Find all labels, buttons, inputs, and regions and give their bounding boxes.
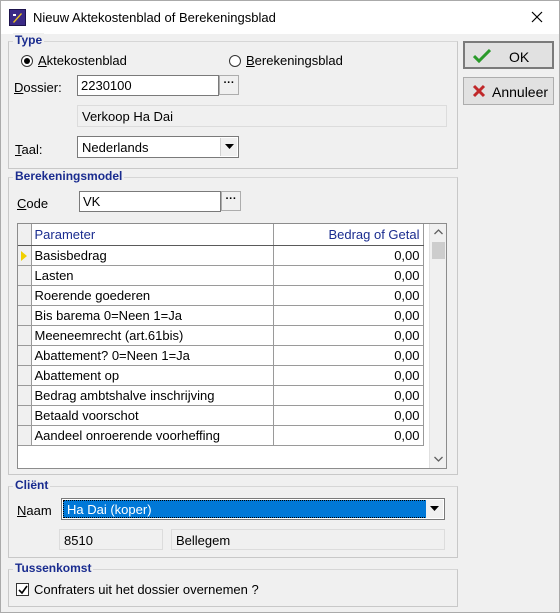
- row-indicator: [18, 405, 32, 426]
- row-value[interactable]: 0,00: [273, 425, 424, 446]
- dossier-label: Dossier:: [14, 80, 62, 95]
- dossier-name-field: Verkoop Ha Dai: [77, 105, 447, 127]
- row-indicator: [18, 365, 32, 386]
- table-row[interactable]: Abattement op 0,00: [18, 365, 424, 386]
- current-row-icon: [21, 250, 27, 261]
- table-row[interactable]: Lasten 0,00: [18, 265, 424, 286]
- row-indicator: [18, 385, 32, 406]
- row-indicator: [18, 265, 32, 286]
- radio-berekeningsblad-label: Berekeningsblad: [246, 53, 343, 68]
- checkmark-icon: [18, 585, 28, 595]
- row-indicator: [18, 345, 32, 366]
- dialog-window: Nieuw Aktekostenblad of Berekeningsblad …: [0, 0, 560, 613]
- table-row[interactable]: Abattement? 0=Neen 1=Ja 0,00: [18, 345, 424, 366]
- row-parameter: Abattement? 0=Neen 1=Ja: [31, 345, 274, 366]
- gemeente-field: Bellegem: [171, 529, 445, 550]
- confraters-checkbox-label[interactable]: Confraters uit het dossier overnemen ?: [34, 582, 259, 597]
- radio-berekeningsblad[interactable]: Berekeningsblad: [229, 53, 343, 68]
- table-row[interactable]: Betaald voorschot 0,00: [18, 405, 424, 426]
- close-button[interactable]: [521, 5, 553, 30]
- radio-dot: [229, 54, 241, 67]
- cancel-button-label: Annuleer: [492, 84, 549, 100]
- scrollbar-thumb[interactable]: [432, 242, 445, 259]
- radio-aktekostenblad[interactable]: Aktekostenblad: [21, 53, 127, 68]
- grid-scrollbar[interactable]: [429, 224, 446, 468]
- row-parameter: Bis barema 0=Neen 1=Ja: [31, 305, 274, 326]
- dossier-input[interactable]: 2230100: [77, 75, 219, 96]
- taal-select[interactable]: Nederlands: [77, 136, 239, 158]
- scroll-down-icon[interactable]: [434, 456, 443, 462]
- cancel-button[interactable]: Annuleer: [463, 77, 554, 105]
- row-parameter: Lasten: [31, 265, 274, 286]
- naam-dropdown-button[interactable]: [426, 500, 443, 518]
- row-parameter: Betaald voorschot: [31, 405, 274, 426]
- row-value[interactable]: 0,00: [273, 365, 424, 386]
- naam-select[interactable]: Ha Dai (koper): [61, 498, 445, 520]
- table-row[interactable]: Aandeel onroerende voorheffing 0,00: [18, 425, 424, 446]
- ok-button-label: OK: [509, 49, 530, 65]
- radio-dot-selected: [21, 54, 33, 67]
- parameter-grid[interactable]: Parameter Bedrag of Getal Basisbedrag 0,0…: [17, 223, 447, 469]
- ok-button[interactable]: OK: [463, 41, 554, 69]
- postcode-field: 8510: [59, 529, 163, 550]
- close-icon: [531, 11, 543, 23]
- type-group-title: Type: [13, 33, 45, 47]
- row-value[interactable]: 0,00: [273, 265, 424, 286]
- table-row[interactable]: Bedrag ambtshalve inschrijving 0,00: [18, 385, 424, 406]
- row-indicator: [18, 325, 32, 346]
- row-indicator: [18, 285, 32, 306]
- tussenkomst-group-title: Tussenkomst: [13, 561, 94, 575]
- client-group-title: Cliënt: [13, 478, 51, 492]
- row-value[interactable]: 0,00: [273, 385, 424, 406]
- row-value[interactable]: 0,00: [273, 405, 424, 426]
- grid-header-value[interactable]: Bedrag of Getal: [273, 224, 424, 246]
- confraters-checkbox[interactable]: [16, 583, 29, 596]
- chevron-down-icon: [430, 506, 439, 511]
- cancel-x-icon: [472, 84, 486, 98]
- taal-label: Taal:: [15, 142, 43, 157]
- radio-aktekostenblad-label: Aktekostenblad: [38, 53, 127, 68]
- table-row[interactable]: Roerende goederen 0,00: [18, 285, 424, 306]
- code-input[interactable]: VK: [79, 191, 221, 212]
- chevron-down-icon: [220, 138, 237, 156]
- title-bar: Nieuw Aktekostenblad of Berekeningsblad: [1, 1, 559, 34]
- naam-label: Naam: [17, 503, 52, 518]
- row-parameter: Meeneemrecht (art.61bis): [31, 325, 274, 346]
- taal-select-value: Nederlands: [82, 140, 149, 155]
- row-value[interactable]: 0,00: [273, 245, 424, 266]
- row-parameter: Basisbedrag: [31, 245, 274, 266]
- check-icon: [473, 49, 491, 63]
- row-parameter: Bedrag ambtshalve inschrijving: [31, 385, 274, 406]
- row-indicator: [18, 305, 32, 326]
- row-value[interactable]: 0,00: [273, 325, 424, 346]
- grid-header-parameter[interactable]: Parameter: [31, 224, 274, 246]
- dossier-lookup-button[interactable]: ···: [219, 75, 239, 95]
- table-row[interactable]: Basisbedrag 0,00: [18, 245, 424, 266]
- code-lookup-button[interactable]: ···: [221, 191, 241, 211]
- row-value[interactable]: 0,00: [273, 345, 424, 366]
- row-parameter: Aandeel onroerende voorheffing: [31, 425, 274, 446]
- grid-header-indicator: [18, 224, 32, 246]
- grid-header-row: Parameter Bedrag of Getal: [18, 224, 424, 246]
- code-label: Code: [17, 196, 49, 211]
- table-row[interactable]: Bis barema 0=Neen 1=Ja 0,00: [18, 305, 424, 326]
- scroll-up-icon[interactable]: [434, 229, 443, 235]
- row-parameter: Abattement op: [31, 365, 274, 386]
- table-row[interactable]: Meeneemrecht (art.61bis) 0,00: [18, 325, 424, 346]
- row-indicator: [18, 245, 32, 266]
- row-indicator: [18, 425, 32, 446]
- berekeningsmodel-group-title: Berekeningsmodel: [13, 169, 125, 183]
- row-parameter: Roerende goederen: [31, 285, 274, 306]
- naam-select-value: Ha Dai (koper): [63, 500, 427, 518]
- row-value[interactable]: 0,00: [273, 285, 424, 306]
- row-value[interactable]: 0,00: [273, 305, 424, 326]
- window-title: Nieuw Aktekostenblad of Berekeningsblad: [33, 10, 276, 25]
- app-icon: [9, 9, 26, 26]
